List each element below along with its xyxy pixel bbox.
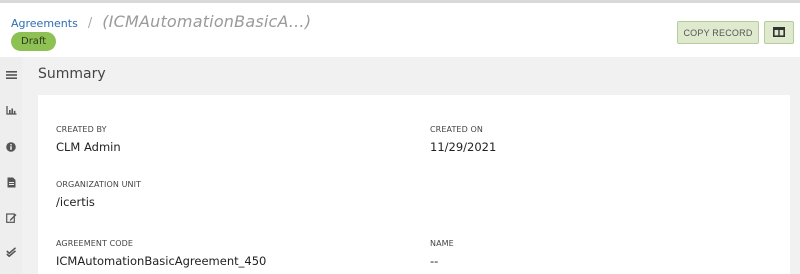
agreement-code-value: ICMAutomationBasicAgreement_450	[56, 254, 267, 268]
organization-unit-label: ORGANIZATION UNIT	[56, 180, 142, 189]
status-badge: Draft	[11, 32, 57, 51]
record-header: Agreements / (ICMAutomationBasicA…) Draf…	[0, 3, 800, 57]
check-icon[interactable]	[4, 245, 18, 259]
menu-icon[interactable]	[4, 68, 18, 82]
sidebar	[0, 57, 22, 274]
breadcrumb-agreements-link[interactable]: Agreements	[11, 17, 78, 30]
created-by-label: CREATED BY	[56, 125, 107, 134]
info-icon[interactable]	[4, 140, 18, 154]
edit-icon[interactable]	[4, 210, 18, 224]
name-value: --	[430, 254, 439, 268]
record-title: (ICMAutomationBasicA…)	[102, 12, 312, 31]
created-by-value: CLM Admin	[56, 140, 121, 154]
breadcrumb-separator: /	[87, 16, 93, 31]
copy-record-button[interactable]: COPY RECORD	[677, 21, 759, 44]
organization-unit-value: /icertis	[56, 195, 95, 209]
agreement-code-label: AGREEMENT CODE	[56, 239, 134, 248]
summary-card: CREATED BY CLM Admin CREATED ON 11/29/20…	[38, 95, 790, 274]
chart-icon[interactable]	[4, 103, 18, 117]
created-on-value: 11/29/2021	[430, 140, 497, 154]
breadcrumb: Agreements / (ICMAutomationBasicA…)	[11, 12, 311, 31]
layout-toggle-button[interactable]	[764, 21, 794, 44]
columns-icon	[773, 26, 785, 39]
summary-heading: Summary	[38, 66, 106, 82]
name-label: NAME	[430, 239, 454, 248]
created-on-label: CREATED ON	[430, 125, 483, 134]
document-icon[interactable]	[4, 175, 18, 189]
